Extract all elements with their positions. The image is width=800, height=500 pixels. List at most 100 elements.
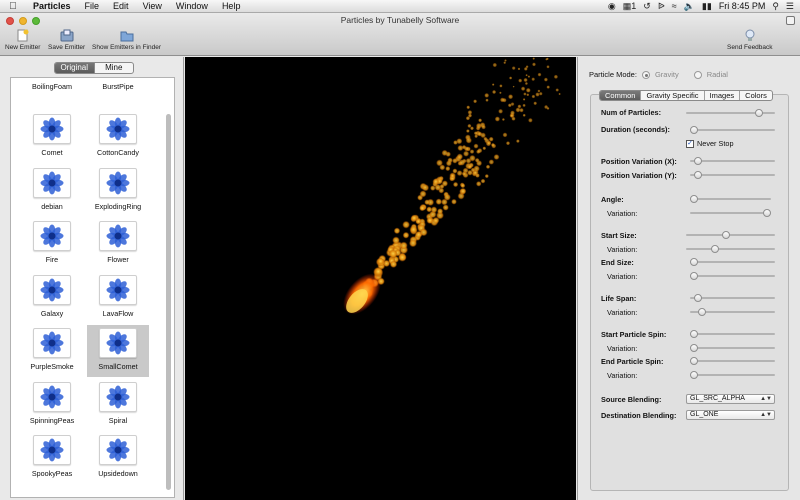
spotlight-search-icon[interactable]: ⚲ — [772, 1, 779, 12]
radial-radio[interactable] — [693, 70, 702, 79]
tab-images[interactable]: Images — [703, 91, 740, 100]
tab-common[interactable]: Common — [600, 91, 641, 100]
slider-knob[interactable] — [690, 357, 698, 365]
particle-spark — [508, 94, 514, 100]
life-span-variation-slider[interactable] — [690, 308, 775, 316]
segment-original[interactable]: Original — [55, 63, 94, 73]
duration-slider[interactable] — [690, 126, 775, 134]
destination-blending-popup[interactable]: GL_ONE ▲▼ — [686, 410, 775, 420]
slider-knob[interactable] — [693, 294, 702, 302]
slider-knob[interactable] — [690, 258, 698, 266]
end-size-variation-slider[interactable] — [690, 272, 775, 280]
particle-spark — [492, 89, 497, 95]
send-feedback-button[interactable]: Send Feedback — [727, 29, 773, 51]
position-variation-y-slider[interactable] — [690, 171, 775, 179]
gravity-radio[interactable] — [641, 70, 650, 79]
slider-knob[interactable] — [690, 272, 698, 280]
tab-colors[interactable]: Colors — [739, 91, 772, 100]
end-size-slider[interactable] — [690, 258, 775, 266]
life-span-slider[interactable] — [690, 294, 775, 302]
emitter-label: SpookyPeas — [31, 469, 73, 478]
particle-spark — [402, 231, 410, 239]
emitter-item[interactable]: Galaxy — [21, 272, 83, 324]
start-spin-slider[interactable] — [690, 330, 775, 338]
particle-spark — [555, 88, 559, 92]
save-emitter-button[interactable]: Save Emitter — [48, 29, 85, 51]
slider-knob[interactable] — [722, 231, 731, 239]
emitter-item[interactable]: debian — [21, 165, 83, 217]
never-stop-checkbox[interactable]: ✓ — [686, 139, 694, 148]
slider-knob[interactable] — [763, 209, 771, 217]
never-stop-row[interactable]: ✓ Never Stop — [686, 139, 734, 148]
show-in-finder-button[interactable]: Show Emitters in Finder — [92, 29, 161, 51]
emitter-item[interactable]: CottonCandy — [87, 111, 149, 163]
bluetooth-icon[interactable]: ᐉ — [658, 1, 665, 12]
slider-knob[interactable] — [711, 245, 720, 253]
clock[interactable]: Fri 8:45 PM — [719, 1, 766, 11]
volume-icon[interactable]: 🔈 — [684, 1, 695, 12]
particle-spark — [484, 92, 490, 98]
menu-app-name[interactable]: Particles — [26, 0, 78, 13]
scrollbar-thumb[interactable] — [166, 114, 171, 490]
time-machine-icon[interactable]: ↺ — [643, 1, 651, 12]
particle-spark — [452, 158, 458, 164]
end-spin-variation-slider[interactable] — [690, 371, 775, 379]
particle-spark — [419, 228, 428, 237]
emitter-flower-icon — [99, 328, 137, 358]
emitter-item[interactable]: LavaFlow — [87, 272, 149, 324]
slider-knob[interactable] — [690, 195, 698, 203]
emitter-item[interactable]: Comet — [21, 111, 83, 163]
battery-icon[interactable]: ▮▮ — [702, 1, 712, 12]
fullscreen-button[interactable] — [786, 16, 795, 25]
emitter-item[interactable]: SmallComet — [87, 325, 149, 377]
popup-arrows-icon: ▲▼ — [760, 396, 772, 402]
status-circle-icon[interactable]: ◉ — [608, 1, 616, 12]
menu-file[interactable]: File — [78, 0, 107, 13]
emitter-item[interactable]: Upsidedown — [87, 432, 149, 484]
source-blending-popup[interactable]: GL_SRC_ALPHA ▲▼ — [686, 394, 775, 404]
tab-gravity-specific[interactable]: Gravity Specific — [640, 91, 703, 100]
emitter-item[interactable]: SpookyPeas — [21, 432, 83, 484]
emitter-item[interactable]: SpinningPeas — [21, 379, 83, 431]
segment-mine[interactable]: Mine — [93, 63, 134, 73]
emitter-flower-icon — [99, 114, 137, 144]
notification-center-icon[interactable]: ☰ — [786, 1, 794, 12]
angle-slider[interactable] — [690, 195, 771, 203]
particle-spark — [426, 217, 434, 224]
particle-spark — [484, 174, 489, 179]
menu-view[interactable]: View — [136, 0, 169, 13]
slider-knob[interactable] — [690, 126, 698, 134]
emitter-list-scrollbar[interactable] — [165, 80, 172, 495]
start-size-variation-slider[interactable] — [686, 245, 775, 253]
emitter-item[interactable]: Spiral — [87, 379, 149, 431]
emitter-label: ExplodingRing — [94, 201, 142, 211]
emitter-item[interactable]: Flower — [87, 218, 149, 270]
slider-knob[interactable] — [690, 344, 698, 352]
slider-knob[interactable] — [693, 171, 702, 179]
num-particles-slider[interactable] — [686, 109, 775, 117]
slider-knob[interactable] — [754, 109, 763, 117]
slider-knob[interactable] — [693, 157, 702, 165]
menu-window[interactable]: Window — [169, 0, 215, 13]
emitter-item[interactable]: PurpleSmoke — [21, 325, 83, 377]
menu-edit[interactable]: Edit — [106, 0, 136, 13]
end-spin-slider[interactable] — [690, 357, 775, 365]
angle-variation-slider[interactable] — [690, 209, 771, 217]
particle-spark — [376, 257, 385, 265]
particle-preview-canvas[interactable] — [185, 57, 576, 500]
new-emitter-button[interactable]: New Emitter — [5, 29, 40, 51]
wifi-icon[interactable]: ≈ — [672, 1, 677, 11]
start-size-slider[interactable] — [686, 231, 775, 239]
menu-help[interactable]: Help — [215, 0, 248, 13]
emitter-list[interactable]: BoilingFoam BurstPipe Comet CottonCandy debi… — [10, 77, 175, 498]
emitter-item[interactable]: ExplodingRing — [87, 165, 149, 217]
start-spin-variation-slider[interactable] — [690, 344, 775, 352]
position-variation-x-slider[interactable] — [690, 157, 775, 165]
slider-knob[interactable] — [690, 330, 698, 338]
notification-badge-icon[interactable]: ▦1 — [623, 1, 637, 12]
emitter-item[interactable]: Fire — [21, 218, 83, 270]
slider-knob[interactable] — [690, 371, 698, 379]
particle-spark — [520, 86, 526, 91]
apple-menu-icon[interactable]:  — [0, 1, 26, 12]
slider-knob[interactable] — [697, 308, 706, 316]
